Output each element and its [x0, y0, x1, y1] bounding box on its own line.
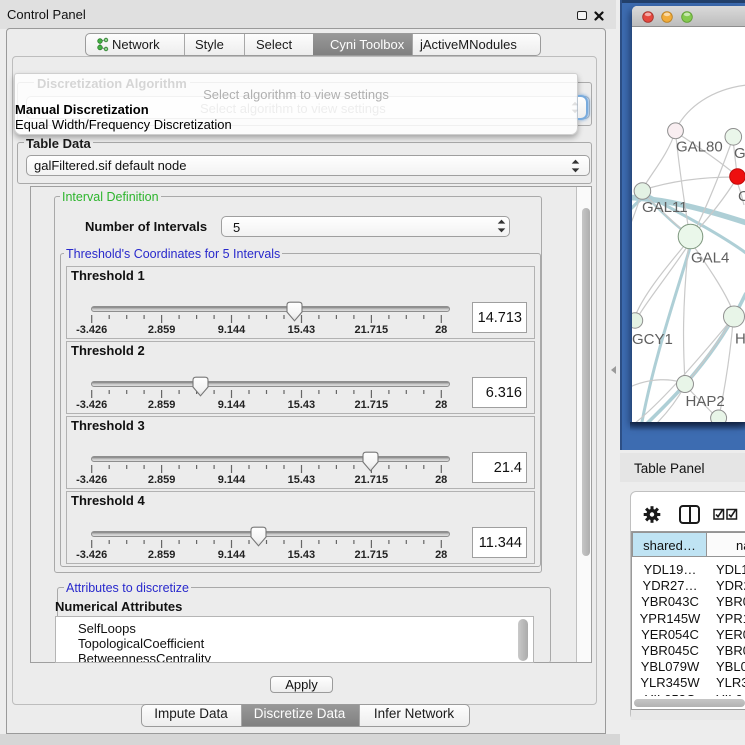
svg-text:GAL4: GAL4	[691, 250, 729, 267]
svg-text:H: H	[735, 331, 745, 348]
svg-text:C: C	[738, 188, 745, 205]
svg-text:GAL80: GAL80	[676, 139, 723, 156]
svg-text:GAL11: GAL11	[642, 199, 688, 216]
svg-text:HAP2: HAP2	[686, 393, 725, 410]
svg-text:GCY1: GCY1	[632, 331, 673, 348]
svg-text:G.: G.	[734, 145, 745, 162]
